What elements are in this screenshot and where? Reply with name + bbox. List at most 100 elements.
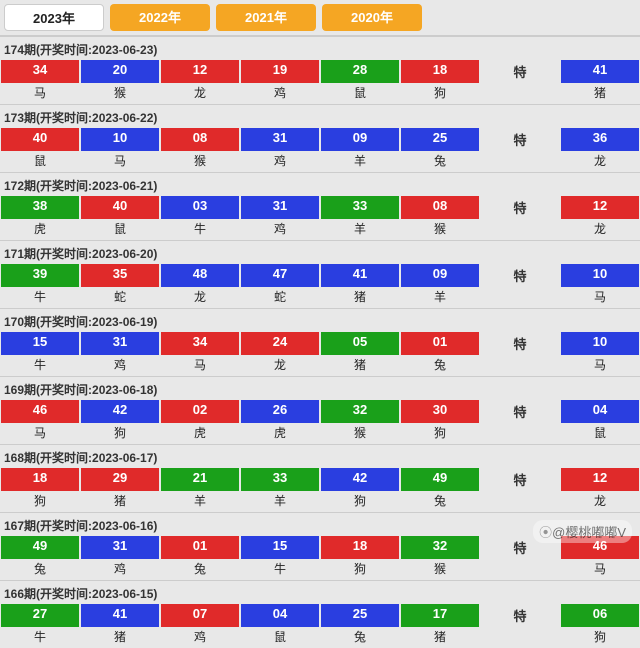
te-label: 特 (481, 468, 559, 491)
year-tab-2[interactable]: 2021年 (216, 4, 316, 31)
year-tab-3[interactable]: 2020年 (322, 4, 422, 31)
year-tab-1[interactable]: 2022年 (110, 4, 210, 31)
year-tab-0[interactable]: 2023年 (4, 4, 104, 31)
te-label: 特 (481, 604, 559, 627)
ball-2: 07 (161, 604, 239, 627)
ball-3: 31 (241, 128, 319, 151)
ball-3: 31 (241, 196, 319, 219)
zodiac-3: 蛇 (240, 287, 320, 308)
ball-5: 32 (401, 536, 479, 559)
ball-5: 25 (401, 128, 479, 151)
ball-0: 27 (1, 604, 79, 627)
ball-2: 02 (161, 400, 239, 423)
zodiac-3: 牛 (240, 559, 320, 580)
draw-168: 168期(开奖时间:2023-06-17)182921334249特12狗猪羊羊… (0, 444, 640, 512)
draw-header: 168期(开奖时间:2023-06-17) (0, 445, 640, 468)
ball-5: 17 (401, 604, 479, 627)
ball-4: 41 (321, 264, 399, 287)
zodiac-0: 马 (0, 423, 80, 444)
zodiac-3: 鼠 (240, 627, 320, 648)
zodiac-1: 鸡 (80, 559, 160, 580)
ball-1: 31 (81, 332, 159, 355)
zodiac-6: 马 (560, 287, 640, 308)
draw-169: 169期(开奖时间:2023-06-18)464202263230特04马狗虎虎… (0, 376, 640, 444)
ball-1: 20 (81, 60, 159, 83)
zodiac-2: 羊 (160, 491, 240, 512)
te-spacer (480, 83, 560, 104)
zodiac-2: 兔 (160, 559, 240, 580)
ball-5: 18 (401, 60, 479, 83)
ball-1: 40 (81, 196, 159, 219)
zodiac-6: 龙 (560, 219, 640, 240)
zodiac-2: 龙 (160, 83, 240, 104)
te-label: 特 (481, 128, 559, 151)
zodiac-2: 鸡 (160, 627, 240, 648)
ball-1: 29 (81, 468, 159, 491)
zodiac-4: 兔 (320, 627, 400, 648)
ball-3: 04 (241, 604, 319, 627)
zodiac-0: 牛 (0, 627, 80, 648)
ball-2: 01 (161, 536, 239, 559)
te-label: 特 (481, 196, 559, 219)
ball-3: 15 (241, 536, 319, 559)
draw-174: 174期(开奖时间:2023-06-23)342012192818特41马猴龙鸡… (0, 36, 640, 104)
ball-0: 34 (1, 60, 79, 83)
zodiac-3: 鸡 (240, 151, 320, 172)
ball-6: 10 (561, 264, 639, 287)
te-label: 特 (481, 60, 559, 83)
zodiac-4: 鼠 (320, 83, 400, 104)
zodiac-3: 鸡 (240, 219, 320, 240)
draw-header: 170期(开奖时间:2023-06-19) (0, 309, 640, 332)
zodiac-6: 狗 (560, 627, 640, 648)
zodiac-6: 龙 (560, 151, 640, 172)
ball-1: 10 (81, 128, 159, 151)
ball-0: 18 (1, 468, 79, 491)
zodiac-0: 鼠 (0, 151, 80, 172)
zodiac-5: 兔 (400, 491, 480, 512)
draw-173: 173期(开奖时间:2023-06-22)401008310925特36鼠马猴鸡… (0, 104, 640, 172)
zodiac-1: 猪 (80, 491, 160, 512)
ball-1: 35 (81, 264, 159, 287)
ball-1: 42 (81, 400, 159, 423)
ball-6: 12 (561, 468, 639, 491)
zodiac-4: 狗 (320, 559, 400, 580)
ball-1: 31 (81, 536, 159, 559)
zodiac-2: 虎 (160, 423, 240, 444)
ball-6: 12 (561, 196, 639, 219)
ball-2: 08 (161, 128, 239, 151)
ball-0: 15 (1, 332, 79, 355)
zodiac-0: 狗 (0, 491, 80, 512)
zodiac-5: 猪 (400, 627, 480, 648)
zodiac-0: 马 (0, 83, 80, 104)
zodiac-4: 羊 (320, 151, 400, 172)
zodiac-1: 马 (80, 151, 160, 172)
te-spacer (480, 287, 560, 308)
zodiac-2: 龙 (160, 287, 240, 308)
zodiac-1: 狗 (80, 423, 160, 444)
zodiac-6: 龙 (560, 491, 640, 512)
ball-4: 18 (321, 536, 399, 559)
ball-2: 12 (161, 60, 239, 83)
ball-4: 25 (321, 604, 399, 627)
zodiac-4: 猴 (320, 423, 400, 444)
zodiac-6: 马 (560, 559, 640, 580)
zodiac-1: 鸡 (80, 355, 160, 376)
te-spacer (480, 559, 560, 580)
te-spacer (480, 151, 560, 172)
draw-header: 171期(开奖时间:2023-06-20) (0, 241, 640, 264)
zodiac-5: 兔 (400, 355, 480, 376)
ball-4: 28 (321, 60, 399, 83)
ball-6: 06 (561, 604, 639, 627)
zodiac-3: 龙 (240, 355, 320, 376)
ball-6: 41 (561, 60, 639, 83)
ball-5: 09 (401, 264, 479, 287)
ball-5: 49 (401, 468, 479, 491)
draw-170: 170期(开奖时间:2023-06-19)153134240501特10牛鸡马龙… (0, 308, 640, 376)
zodiac-1: 鼠 (80, 219, 160, 240)
zodiac-0: 牛 (0, 287, 80, 308)
ball-6: 04 (561, 400, 639, 423)
ball-2: 48 (161, 264, 239, 287)
ball-5: 30 (401, 400, 479, 423)
zodiac-0: 兔 (0, 559, 80, 580)
zodiac-5: 狗 (400, 83, 480, 104)
